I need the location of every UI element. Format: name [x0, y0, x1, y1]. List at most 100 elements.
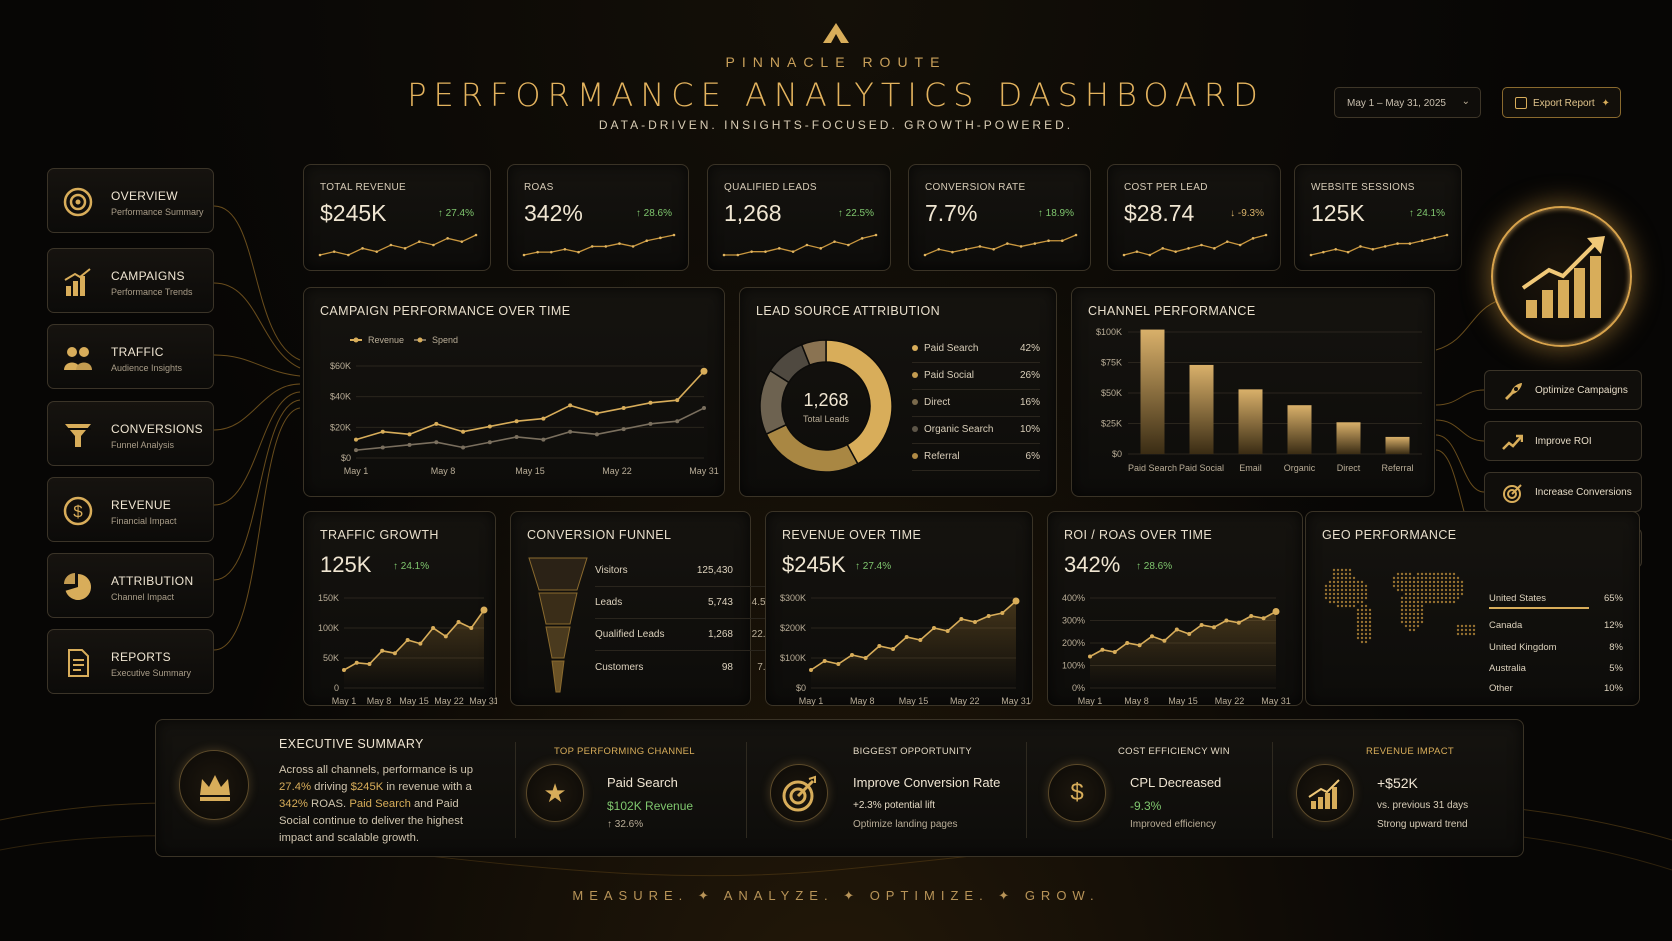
- cost-efficiency-title: CPL Decreased: [1130, 775, 1222, 790]
- geo-pct: 8%: [1609, 642, 1623, 653]
- funnel-row: Customers987.7%: [595, 662, 780, 673]
- map-dot: [1332, 572, 1336, 576]
- x-tick-label: May 31: [469, 696, 497, 706]
- data-point: [904, 635, 909, 639]
- opportunity-note: Optimize landing pages: [853, 819, 958, 830]
- action-optimize-campaigns-button[interactable]: Optimize Campaigns: [1484, 370, 1642, 410]
- lead-source-name: Paid Social: [924, 370, 975, 381]
- geo-row: Other 10%: [1489, 683, 1623, 694]
- sidebar-item-reports[interactable]: REPORTS Executive Summary: [47, 629, 214, 694]
- data-point: [877, 644, 882, 648]
- executive-summary-title: EXECUTIVE SUMMARY: [279, 737, 424, 751]
- sparkline-point: [318, 253, 322, 257]
- data-point: [431, 626, 436, 630]
- sparkline-point: [361, 247, 364, 250]
- map-dot: [1456, 584, 1460, 588]
- map-dot: [1428, 592, 1432, 596]
- sparkline-point: [618, 242, 621, 245]
- summary-pct: 27.4%: [279, 781, 312, 793]
- action-increase-conversions-button[interactable]: Increase Conversions: [1484, 472, 1642, 512]
- summary-body-3: in revenue with a: [383, 781, 472, 793]
- sparkline-point: [536, 250, 539, 254]
- trend-chart-icon: [1296, 764, 1354, 822]
- data-point: [487, 424, 492, 429]
- map-dot: [1416, 608, 1420, 612]
- rocket-icon: [1505, 383, 1522, 400]
- sidebar-item-campaigns[interactable]: CAMPAIGNS Performance Trends: [47, 248, 214, 313]
- map-dot: [1452, 596, 1456, 600]
- action-improve-roi-button[interactable]: Improve ROI: [1484, 421, 1642, 461]
- map-dot: [1340, 568, 1344, 572]
- map-dot: [1368, 632, 1372, 636]
- geo-row: Australia 5%: [1489, 663, 1623, 674]
- map-dot: [1424, 584, 1428, 588]
- map-dot: [1412, 604, 1416, 608]
- map-dot: [1460, 632, 1464, 636]
- date-range-select[interactable]: May 1 – May 31, 2025 ⌄: [1334, 87, 1481, 118]
- data-point: [1236, 620, 1241, 625]
- map-dot: [1368, 636, 1372, 640]
- sidebar-item-traffic[interactable]: TRAFFIC Audience Insights: [47, 324, 214, 389]
- data-point: [594, 432, 599, 437]
- export-report-button[interactable]: Export Report ✦: [1502, 87, 1621, 118]
- map-dot: [1420, 596, 1424, 600]
- revenue-over-time-change: ↑ 27.4%: [855, 561, 892, 572]
- sidebar-item-attribution[interactable]: ATTRIBUTION Channel Impact: [47, 553, 214, 618]
- map-dot: [1412, 580, 1416, 584]
- revenue-over-time-value: $245K: [782, 552, 846, 577]
- sparkline-point: [1264, 233, 1268, 237]
- kpi-sparkline: [522, 233, 676, 257]
- data-point: [822, 659, 827, 663]
- sparkline-point: [1033, 242, 1037, 245]
- map-dot: [1460, 580, 1464, 584]
- funnel-row: Visitors 125,430: [595, 565, 780, 587]
- map-dot: [1408, 596, 1412, 600]
- geo-pct: 10%: [1603, 683, 1623, 694]
- map-dot: [1348, 604, 1352, 608]
- x-tick-label: May 22: [434, 696, 464, 706]
- y-tick-label: 0%: [1072, 683, 1085, 693]
- map-dot: [1468, 632, 1472, 636]
- y-tick-label: $0: [1112, 449, 1122, 459]
- map-dot: [1340, 584, 1344, 588]
- map-dot: [1420, 616, 1424, 620]
- sidebar-item-revenue[interactable]: $ REVENUE Financial Impact: [47, 477, 214, 542]
- data-point: [514, 419, 519, 424]
- map-dot: [1364, 616, 1368, 620]
- map-dot: [1420, 572, 1424, 576]
- sparkline-point: [1322, 250, 1325, 254]
- x-tick-label: May 15: [515, 466, 545, 476]
- map-dot: [1432, 572, 1436, 576]
- sparkline-point: [764, 250, 767, 253]
- sidebar-item-conversions[interactable]: CONVERSIONS Funnel Analysis: [47, 401, 214, 466]
- map-dot: [1344, 588, 1348, 592]
- kpi-sparkline: [923, 233, 1078, 257]
- sparkline-point: [1161, 247, 1165, 250]
- revenue-over-time-chart: $300K $200K $100K $0 May 1 May 8 May 15 May 22 M…: [780, 593, 1031, 706]
- data-point: [621, 427, 626, 432]
- crown-icon: [200, 775, 230, 801]
- sparkline-point: [736, 253, 740, 257]
- map-dot: [1456, 596, 1460, 600]
- data-point: [850, 653, 854, 657]
- map-dot: [1332, 600, 1336, 604]
- bar-paid-social: [1189, 364, 1214, 454]
- data-point: [434, 440, 439, 445]
- sidebar-item-subtitle: Executive Summary: [111, 668, 192, 678]
- data-point: [648, 400, 653, 405]
- target-icon: [770, 764, 828, 822]
- map-dot: [1356, 608, 1360, 612]
- data-point: [487, 440, 492, 445]
- y-tick-label: 50K: [323, 653, 339, 663]
- map-dot: [1420, 612, 1424, 616]
- x-tick-label: Referral: [1381, 463, 1413, 473]
- map-dot: [1360, 616, 1364, 620]
- map-dot: [1452, 576, 1456, 580]
- sidebar-item-subtitle: Performance Trends: [111, 287, 193, 297]
- sparkline-point: [1396, 242, 1399, 245]
- map-dot: [1360, 584, 1364, 588]
- campaign-performance-title: CAMPAIGN PERFORMANCE OVER TIME: [320, 304, 571, 318]
- top-channel-name: Paid Search: [607, 775, 678, 790]
- sidebar-item-overview[interactable]: OVERVIEW Performance Summary: [47, 168, 214, 233]
- map-dot: [1400, 620, 1404, 624]
